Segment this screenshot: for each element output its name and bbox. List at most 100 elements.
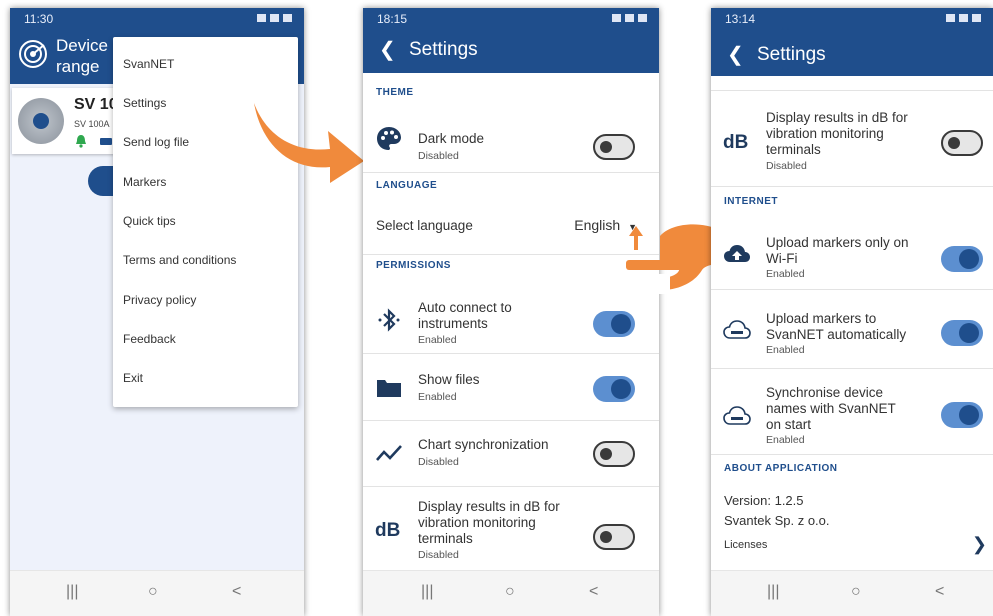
show-files-label: Show files (418, 372, 480, 387)
upload-svannet-status: Enabled (766, 344, 805, 356)
status-icons (942, 12, 981, 22)
sync-names-line-3: on start (766, 417, 812, 432)
db-toggle[interactable] (941, 130, 983, 156)
setting-dark-mode[interactable]: Dark mode Disabled (363, 121, 659, 171)
sync-names-line-2: names with SvanNET (766, 401, 896, 416)
chart-sync-toggle[interactable] (593, 441, 635, 467)
upload-svannet-line-1: Upload markers to (766, 311, 877, 326)
chevron-right-icon: ❯ (971, 534, 987, 554)
section-permissions: PERMISSIONS (376, 260, 451, 271)
dark-mode-label: Dark mode (418, 131, 485, 146)
title-line-1: Device (56, 36, 108, 55)
cloud-svannet-icon (723, 320, 751, 339)
setting-auto-connect[interactable]: Auto connect to instruments Enabled (363, 292, 659, 348)
recent-apps-button[interactable]: ||| (66, 583, 78, 601)
divider (363, 353, 659, 354)
setting-display-db[interactable]: dB Display results in dB for vibration m… (363, 496, 659, 568)
menu-item-feedback[interactable]: Feedback (123, 332, 176, 346)
db-status: Disabled (418, 549, 459, 561)
db-line-2: vibration monitoring (766, 126, 884, 141)
app-bar: 18:15 ❮ Settings (363, 8, 659, 73)
cloud-sync-icon (723, 406, 751, 425)
page-title: Device range (56, 35, 108, 77)
device-image (18, 98, 64, 144)
menu-item-svannet[interactable]: SvanNET (123, 57, 174, 71)
system-nav-bar: ||| ○ < (10, 570, 304, 616)
device-name: SV 10 (74, 96, 118, 113)
setting-show-files[interactable]: Show files Enabled (363, 363, 659, 413)
back-nav-button[interactable]: < (232, 583, 241, 601)
menu-item-quick-tips[interactable]: Quick tips (123, 214, 176, 228)
phone-settings-top: 18:15 ❮ Settings THEME Dark mode Disable… (363, 8, 659, 616)
divider (711, 454, 993, 455)
select-language-label: Select language (376, 218, 473, 233)
home-button[interactable]: ○ (851, 583, 861, 601)
status-time: 18:15 (377, 12, 408, 26)
dark-mode-toggle[interactable] (593, 134, 635, 160)
folder-icon (377, 380, 401, 397)
setting-select-language[interactable]: Select language English ▼ (363, 211, 659, 241)
arrow-to-settings-icon (254, 103, 364, 183)
show-files-toggle[interactable] (593, 376, 635, 402)
db-label: Display results in dB for vibration moni… (766, 110, 908, 158)
radar-icon (19, 40, 47, 68)
recent-apps-button[interactable]: ||| (767, 583, 779, 601)
device-model: SV 100A (74, 119, 110, 129)
status-time: 11:30 (24, 12, 54, 26)
divider (363, 420, 659, 421)
db-line-1: Display results in dB for (418, 499, 560, 514)
divider (711, 186, 993, 187)
version-text: Version: 1.2.5 (724, 493, 804, 508)
licenses-row[interactable]: Licenses ❯ (711, 534, 993, 556)
divider (711, 289, 993, 290)
menu-item-exit[interactable]: Exit (123, 371, 143, 385)
menu-item-markers[interactable]: Markers (123, 175, 166, 189)
setting-sync-device-names[interactable]: Synchronise device names with SvanNET on… (711, 376, 993, 452)
status-icons (608, 12, 647, 22)
sync-names-label: Synchronise device names with SvanNET on… (766, 385, 896, 433)
app-bar: 13:14 ❮ Settings (711, 8, 993, 76)
divider (363, 172, 659, 173)
menu-item-privacy[interactable]: Privacy policy (123, 293, 196, 307)
sync-names-toggle[interactable] (941, 402, 983, 428)
db-toggle[interactable] (593, 524, 635, 550)
home-button[interactable]: ○ (505, 583, 515, 601)
bluetooth-icon (378, 308, 400, 332)
home-button[interactable]: ○ (148, 583, 158, 601)
back-arrow-icon[interactable]: ❮ (379, 37, 396, 62)
battery-icon (100, 138, 112, 145)
company-text: Svantek Sp. z o.o. (724, 513, 830, 528)
overflow-menu: SvanNET Settings Send log file Markers Q… (113, 37, 298, 407)
setting-display-db[interactable]: dB Display results in dB for vibration m… (711, 108, 993, 180)
auto-connect-line-2: instruments (418, 316, 488, 331)
back-nav-button[interactable]: < (935, 583, 944, 601)
setting-chart-sync[interactable]: Chart synchronization Disabled (363, 430, 659, 480)
back-arrow-icon[interactable]: ❮ (727, 42, 744, 67)
palette-icon (377, 127, 401, 150)
status-bar: 13:14 (725, 12, 981, 28)
menu-item-settings[interactable]: Settings (123, 96, 166, 110)
db-icon: dB (375, 520, 401, 541)
page-title: Settings (757, 44, 826, 65)
menu-item-send-log-file[interactable]: Send log file (123, 135, 189, 149)
section-internet: INTERNET (724, 196, 778, 207)
divider (711, 90, 993, 91)
upload-wifi-toggle[interactable] (941, 246, 983, 272)
db-line-1: Display results in dB for (766, 110, 908, 125)
chart-sync-label: Chart synchronization (418, 437, 549, 452)
recent-apps-button[interactable]: ||| (421, 583, 433, 601)
show-files-status: Enabled (418, 391, 457, 403)
sync-names-line-1: Synchronise device (766, 385, 884, 400)
upload-wifi-status: Enabled (766, 268, 805, 280)
back-nav-button[interactable]: < (589, 583, 598, 601)
auto-connect-toggle[interactable] (593, 311, 635, 337)
title-line-2: range (56, 57, 100, 76)
setting-upload-svannet[interactable]: Upload markers to SvanNET automatically … (711, 302, 993, 358)
upload-svannet-toggle[interactable] (941, 320, 983, 346)
upload-wifi-label: Upload markers only on Wi-Fi (766, 235, 909, 267)
menu-item-terms[interactable]: Terms and conditions (123, 253, 236, 267)
divider (711, 368, 993, 369)
bell-icon (76, 135, 86, 148)
chart-line-icon (376, 445, 402, 461)
setting-upload-wifi[interactable]: Upload markers only on Wi-Fi Enabled (711, 226, 993, 282)
